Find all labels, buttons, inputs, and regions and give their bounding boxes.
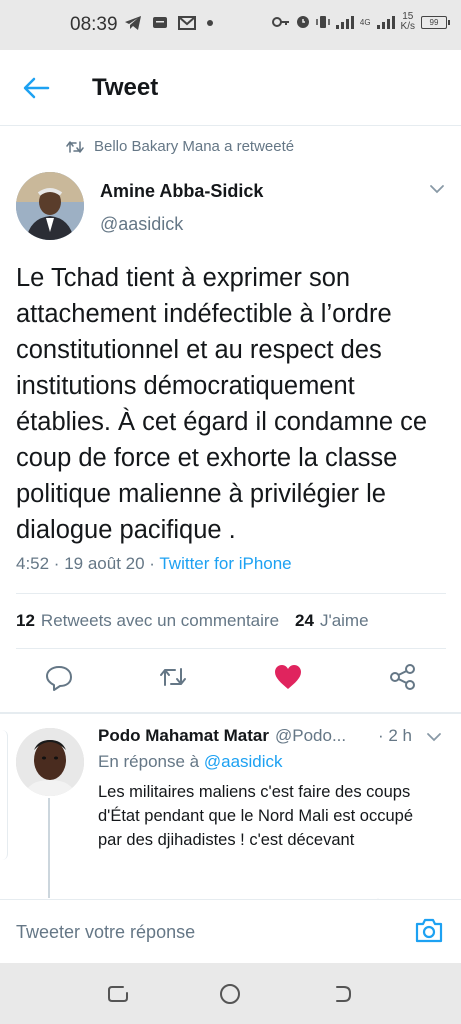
retweet-context-label: Bello Bakary Mana a retweeté [94,138,295,155]
back-arrow-icon[interactable] [22,76,50,100]
like-filled-icon[interactable] [273,662,303,692]
tweet-source-link[interactable]: Twitter for iPhone [159,554,291,573]
retweet-action-icon[interactable] [158,662,188,692]
reply-author-handle[interactable]: @Podo... [275,726,346,746]
reply-header: Podo Mahamat Matar @Podo... · 2 h [98,726,448,746]
divider [16,648,446,649]
tweet-text: Le Tchad tient à exprimer son attachemen… [16,264,428,544]
retweets-label[interactable]: Retweets avec un commentaire [41,611,279,631]
reply-edge [0,730,8,860]
status-bar: 08:39 4G 15 K/s 99 [0,0,461,50]
tweet-actions [0,662,461,702]
system-nav-bar [0,963,461,1024]
signal-icon [335,16,354,29]
reply-to-mention[interactable]: @aasidick [204,752,283,771]
reply-text: Les militaires maliens c'est faire des c… [98,783,414,849]
divider [0,712,461,714]
vibrate-icon [316,16,330,28]
signal-2-icon [376,16,395,29]
tweet-stats: 12 Retweets avec un commentaire 24 J'aim… [16,611,369,631]
recents-icon[interactable] [106,982,130,1006]
avatar-image [16,172,84,240]
reply-author-name[interactable]: Podo Mahamat Matar [98,726,269,746]
thread-line [48,798,50,898]
battery-icon: 99 [421,15,450,29]
system-status: 4G 15 K/s 99 [271,12,450,32]
header: Tweet [0,50,461,126]
page-title: Tweet [92,74,159,101]
notification-icons [124,15,214,31]
tweet-meta: 4:52 · 19 août 20 · Twitter for iPhone [16,554,292,574]
reply-avatar-image [16,728,84,796]
alarm-icon [296,16,309,28]
net-speed-unit: K/s [400,21,415,32]
status-time: 08:39 [70,14,118,35]
gmail-icon [178,16,196,30]
reply-to: En réponse à @aasidick [98,752,283,772]
net-speed: 15 K/s [401,12,415,32]
reply-avatar[interactable] [16,728,84,796]
author-handle[interactable]: @aasidick [100,214,183,235]
chevron-down-icon[interactable] [428,182,446,196]
reply-to-prefix: En réponse à [98,752,204,771]
home-icon[interactable] [218,982,242,1006]
reply-input[interactable]: Tweeter votre réponse [16,922,195,943]
dot-icon [207,20,213,26]
tweet-time: 4:52 · 19 août 20 · [16,554,160,573]
retweet-icon [66,140,84,153]
share-icon[interactable] [388,662,418,692]
compose-bar[interactable]: Tweeter votre réponse [0,899,461,963]
reply-time: · 2 h [378,726,413,745]
divider [16,593,446,594]
key-icon [271,17,289,27]
likes-label[interactable]: J'aime [320,611,369,631]
battery-level: 99 [429,17,439,27]
chat-icon [153,17,167,28]
retweets-count[interactable]: 12 [16,611,35,631]
chevron-down-icon[interactable] [426,731,442,743]
back-nav-icon[interactable] [330,982,354,1006]
retweet-context[interactable]: Bello Bakary Mana a retweeté [66,138,294,155]
network-type: 4G [359,17,371,27]
author-name[interactable]: Amine Abba-Sidick [100,181,263,202]
avatar[interactable] [16,172,84,240]
reply-icon[interactable] [44,662,74,692]
camera-icon[interactable] [414,916,444,944]
telegram-icon [125,16,141,30]
likes-count[interactable]: 24 [295,611,314,631]
